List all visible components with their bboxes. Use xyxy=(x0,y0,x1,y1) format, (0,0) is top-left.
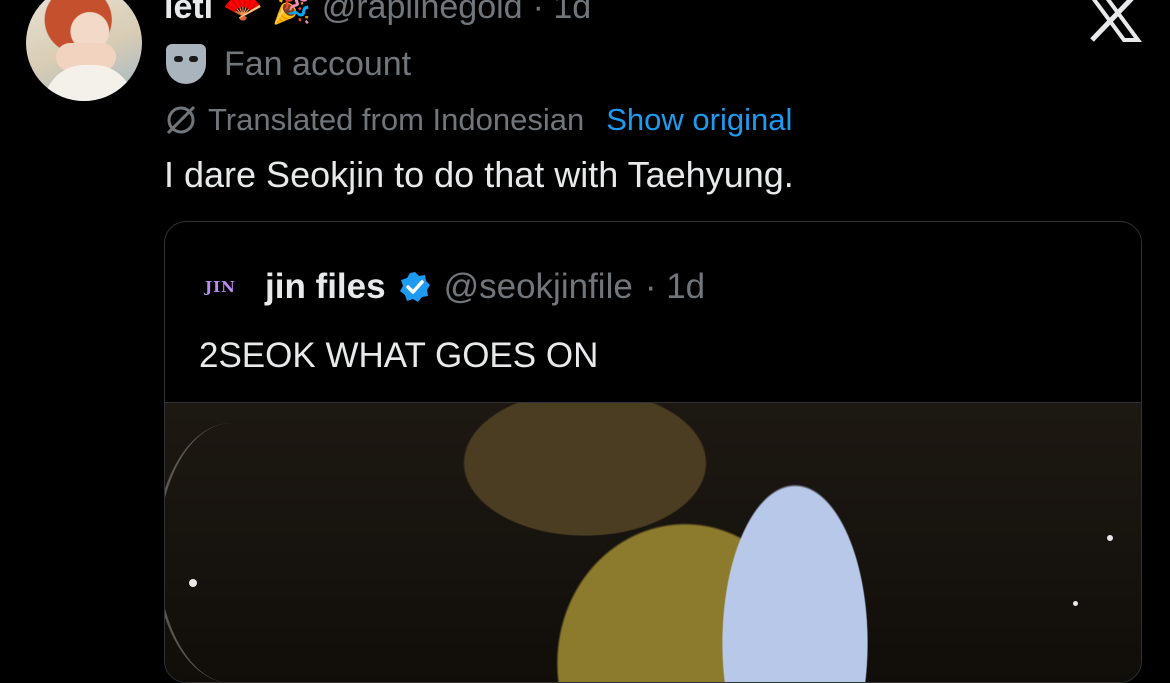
mask-icon xyxy=(166,44,206,84)
translation-row: Translated from Indonesian Show original xyxy=(164,100,792,140)
account-label-row: Fan account xyxy=(166,42,411,86)
tweet-header: leti 🪭 🎉 @raplinegold · 1d xyxy=(164,0,591,30)
name-emoji: 🪭 🎉 xyxy=(223,0,312,25)
account-label: Fan account xyxy=(224,44,412,83)
verified-badge-icon xyxy=(399,272,430,302)
show-original-link[interactable]: Show original xyxy=(606,102,792,138)
tweet-text: I dare Seokjin to do that with Taehyung. xyxy=(164,154,794,195)
handle[interactable]: @raplinegold xyxy=(322,0,523,27)
media-arc xyxy=(165,423,308,682)
quoted-timestamp[interactable]: · 1d xyxy=(645,267,705,307)
quoted-header: JIN jin files @seokjinfile · 1d xyxy=(205,266,705,308)
avatar-body xyxy=(44,65,134,101)
timestamp[interactable]: · 1d xyxy=(533,0,592,27)
globe-icon xyxy=(166,105,196,135)
media-spark xyxy=(1073,601,1078,606)
display-name[interactable]: leti xyxy=(164,0,213,27)
avatar[interactable] xyxy=(26,0,142,101)
media-spark xyxy=(189,579,197,587)
quoted-media[interactable] xyxy=(165,402,1141,682)
translated-label: Translated from Indonesian xyxy=(208,102,585,137)
quoted-display-name[interactable]: jin files xyxy=(265,267,386,307)
quoted-tweet[interactable]: JIN jin files @seokjinfile · 1d 2SEOK WH… xyxy=(164,221,1142,683)
quoted-handle[interactable]: @seokjinfile xyxy=(444,267,633,307)
x-logo-icon[interactable] xyxy=(1086,0,1142,42)
quoted-avatar[interactable]: JIN xyxy=(205,278,253,296)
quoted-text: 2SEOK WHAT GOES ON xyxy=(199,336,599,375)
media-spark xyxy=(1107,535,1113,541)
